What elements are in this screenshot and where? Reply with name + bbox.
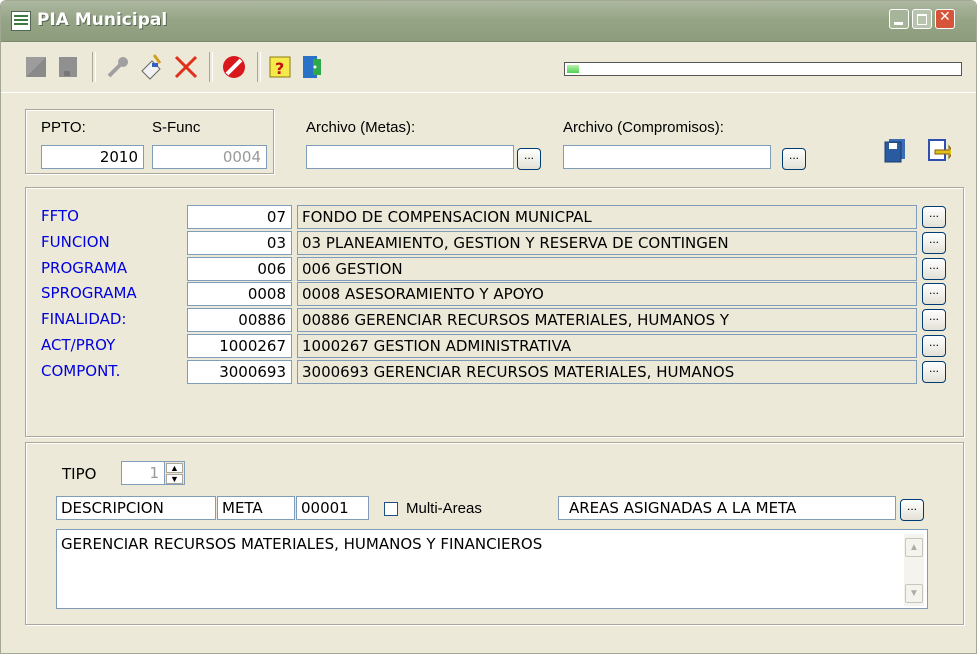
tipo-field[interactable]: 1 <box>121 461 165 485</box>
classifier-label: COMPONT. <box>41 362 121 380</box>
stop-icon[interactable] <box>219 52 249 82</box>
ppto-field[interactable]: 2010 <box>41 145 144 169</box>
archivo-compromisos-browse-button[interactable]: ... <box>782 148 806 170</box>
descripcion-label-box: DESCRIPCION <box>56 496 216 520</box>
sfunc-label: S-Func <box>152 119 201 136</box>
multi-areas-label: Multi-Areas <box>406 500 482 517</box>
tipo-label: TIPO <box>62 465 97 483</box>
progress-bar-fill <box>567 65 579 73</box>
delete-icon[interactable] <box>171 52 201 82</box>
save-icon[interactable] <box>53 52 83 82</box>
save-file-icon[interactable] <box>881 135 911 165</box>
classifier-code-field[interactable]: 03 <box>187 231 292 255</box>
key-icon[interactable] <box>103 52 133 82</box>
pia-municipal-window: PIA Municipal ? <box>0 0 977 654</box>
close-button[interactable] <box>935 9 955 29</box>
classifier-description-field: 0008 ASESORAMIENTO Y APOYO <box>297 282 917 306</box>
title-bar[interactable]: PIA Municipal <box>1 1 976 42</box>
meta-code-field[interactable]: 00001 <box>296 496 369 520</box>
spin-down-icon[interactable]: ▼ <box>166 474 183 484</box>
spin-up-icon[interactable]: ▲ <box>166 463 183 473</box>
classifier-description-field: 006 GESTION <box>297 257 917 281</box>
ppto-label: PPTO: <box>41 119 86 136</box>
window-title: PIA Municipal <box>37 10 168 30</box>
meta-description-textarea[interactable]: GERENCIAR RECURSOS MATERIALES, HUMANOS Y… <box>56 529 928 609</box>
toolbar: ? <box>1 42 976 93</box>
classifier-browse-button[interactable]: ... <box>922 361 946 383</box>
classifier-description-field: 3000693 GERENCIAR RECURSOS MATERIALES, H… <box>297 360 917 384</box>
description-scrollbar[interactable]: ▲ ▼ <box>904 534 924 606</box>
exit-icon[interactable] <box>297 52 327 82</box>
classifier-label: ACT/PROY <box>41 336 116 354</box>
classifier-label: FINALIDAD: <box>41 310 127 328</box>
classifier-browse-button[interactable]: ... <box>922 335 946 357</box>
archivo-metas-field[interactable] <box>306 145 514 169</box>
classifier-code-field[interactable]: 006 <box>187 257 292 281</box>
classifier-description-field: FONDO DE COMPENSACION MUNICPAL <box>297 205 917 229</box>
classifier-description-field: 03 PLANEAMIENTO, GESTION Y RESERVA DE CO… <box>297 231 917 255</box>
maximize-button[interactable] <box>912 9 932 29</box>
sfunc-field[interactable]: 0004 <box>152 145 267 169</box>
classifier-label: FFTO <box>41 207 79 225</box>
minimize-button[interactable] <box>889 9 909 29</box>
import-file-icon[interactable] <box>923 135 953 165</box>
classifier-code-field[interactable]: 3000693 <box>187 360 292 384</box>
classifier-browse-button[interactable]: ... <box>922 309 946 331</box>
classifier-description-field: 00886 GERENCIAR RECURSOS MATERIALES, HUM… <box>297 308 917 332</box>
areas-asignadas-button[interactable]: ... <box>900 499 924 521</box>
new-icon[interactable] <box>21 52 51 82</box>
classifier-label: PROGRAMA <box>41 259 128 277</box>
tipo-spinner[interactable]: ▲ ▼ <box>164 461 185 485</box>
archivo-metas-browse-button[interactable]: ... <box>517 148 541 170</box>
archivo-metas-label: Archivo (Metas): <box>306 119 416 136</box>
classifier-browse-button[interactable]: ... <box>922 283 946 305</box>
classifier-browse-button[interactable]: ... <box>922 206 946 228</box>
classifier-code-field[interactable]: 0008 <box>187 282 292 306</box>
meta-description-text: GERENCIAR RECURSOS MATERIALES, HUMANOS Y… <box>61 535 543 553</box>
svg-text:?: ? <box>275 59 284 78</box>
classifier-code-field[interactable]: 00886 <box>187 308 292 332</box>
areas-asignadas-field[interactable]: AREAS ASIGNADAS A LA META <box>558 496 896 520</box>
archivo-compromisos-field[interactable] <box>563 145 771 169</box>
classifier-browse-button[interactable]: ... <box>922 232 946 254</box>
classifier-code-field[interactable]: 1000267 <box>187 334 292 358</box>
classifier-browse-button[interactable]: ... <box>922 258 946 280</box>
app-icon <box>11 11 31 31</box>
classifier-label: FUNCION <box>41 233 110 251</box>
classifier-description-field: 1000267 GESTION ADMINISTRATIVA <box>297 334 917 358</box>
classifier-code-field[interactable]: 07 <box>187 205 292 229</box>
toolbar-separator <box>92 52 96 82</box>
meta-label-box: META <box>217 496 295 520</box>
edit-icon[interactable] <box>137 52 167 82</box>
toolbar-separator <box>257 52 261 82</box>
help-icon[interactable]: ? <box>265 52 295 82</box>
progress-bar <box>564 62 962 76</box>
toolbar-separator <box>209 52 213 82</box>
multi-areas-checkbox[interactable] <box>384 502 398 516</box>
classifier-label: SPROGRAMA <box>41 284 137 302</box>
archivo-compromisos-label: Archivo (Compromisos): <box>563 119 724 136</box>
scroll-up-icon[interactable]: ▲ <box>905 538 923 557</box>
scroll-down-icon[interactable]: ▼ <box>905 584 923 603</box>
